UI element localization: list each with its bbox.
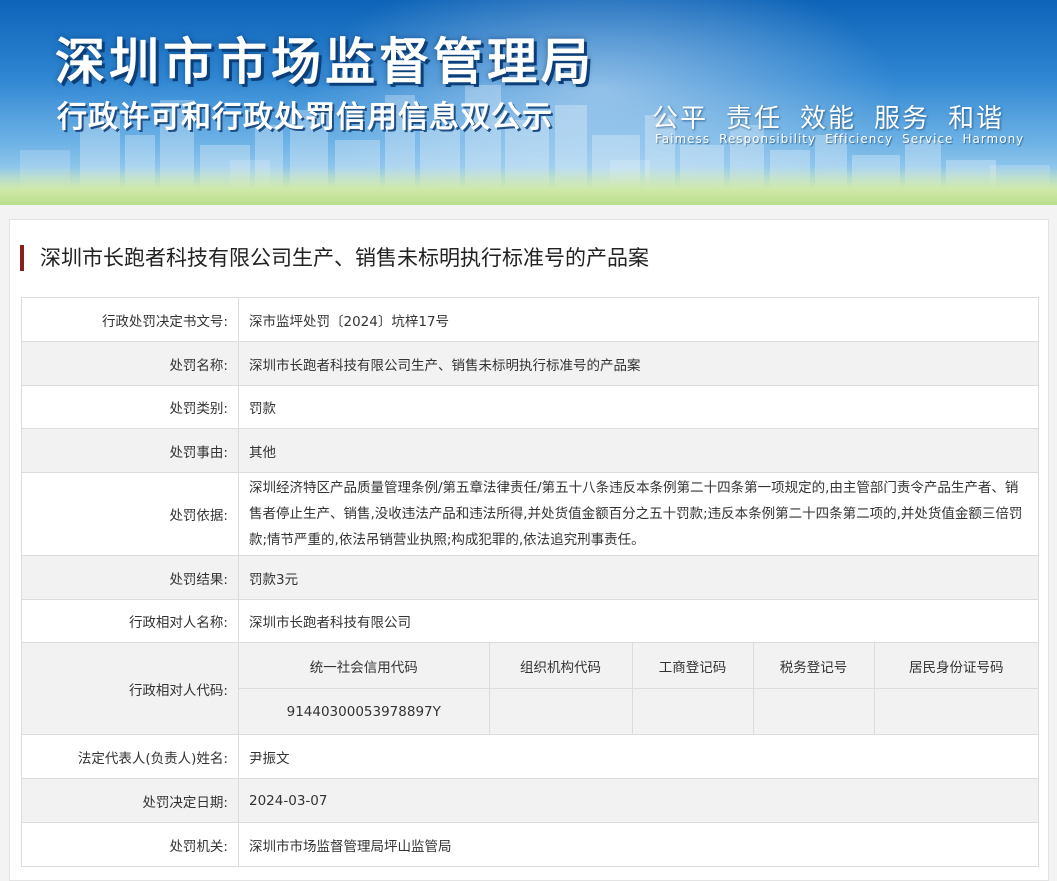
field-label: 行政相对人代码:: [21, 642, 239, 735]
slogan-item: 公平: [652, 104, 709, 134]
field-label: 法定代表人(负责人)姓名:: [21, 734, 239, 779]
tax-reg-value: [752, 688, 875, 734]
table-row: 处罚事由: 其他: [21, 428, 1039, 473]
slogan-en-item: Service: [902, 132, 954, 146]
field-label: 处罚类别:: [21, 385, 239, 429]
penalty-reason-value: 其他: [238, 428, 1039, 473]
penalty-detail-table: 行政处罚决定书文号: 深市监坪处罚〔2024〕坑梓17号 处罚名称: 深圳市长跑…: [21, 297, 1039, 867]
slogan-en: Faimess Responsibility Efficiency Service Ha…: [655, 132, 1033, 146]
slogan-item: 和谐: [948, 104, 1005, 134]
slogan-en-item: Responsibility: [719, 132, 817, 146]
slogan-en-item: Faimess: [655, 132, 711, 146]
penalty-name-value: 深圳市长跑者科技有限公司生产、销售未标明执行标准号的产品案: [238, 341, 1039, 386]
table-row: 处罚依据: 深圳经济特区产品质量管理条例/第五章法律责任/第五十八条违反本条例第…: [21, 472, 1039, 556]
code-header: 工商登记码: [631, 643, 754, 689]
table-row: 处罚类别: 罚款: [21, 385, 1039, 429]
site-subtitle: 行政许可和行政处罚信用信息双公示: [57, 100, 553, 135]
field-label: 处罚名称:: [21, 341, 239, 386]
decision-number-value: 深市监坪处罚〔2024〕坑梓17号: [238, 297, 1039, 342]
field-label: 处罚决定日期:: [21, 778, 239, 823]
slogan-cn: 公平 责任 效能 服务 和谐: [652, 98, 1022, 135]
id-card-value: [873, 688, 1038, 734]
field-label: 处罚事由:: [21, 428, 239, 473]
table-row: 处罚机关: 深圳市市场监督管理局坪山监管局: [21, 822, 1039, 867]
table-row: 处罚名称: 深圳市长跑者科技有限公司生产、销售未标明执行标准号的产品案: [21, 341, 1039, 386]
counterpart-code-cell: 统一社会信用代码 组织机构代码 工商登记码 税务登记号 居民身份证号码 9144…: [238, 642, 1039, 735]
table-row: 处罚结果: 罚款3元: [21, 555, 1039, 600]
code-header: 居民身份证号码: [873, 643, 1038, 689]
decision-date-value: 2024-03-07: [238, 778, 1039, 823]
counterpart-code-table: 统一社会信用代码 组织机构代码 工商登记码 税务登记号 居民身份证号码 9144…: [239, 643, 1038, 734]
slogan-item: 责任: [726, 104, 783, 134]
slogan-en-item: Efficiency: [825, 132, 894, 146]
authority-value: 深圳市市场监督管理局坪山监管局: [238, 822, 1039, 867]
legal-rep-value: 尹振文: [238, 734, 1039, 779]
counterpart-name-value: 深圳市长跑者科技有限公司: [238, 599, 1039, 643]
field-label: 处罚依据:: [21, 472, 239, 556]
slogan-en-item: Harmony: [962, 132, 1025, 146]
table-row: 行政相对人名称: 深圳市长跑者科技有限公司: [21, 599, 1039, 643]
credit-code-value: 91440300053978897Y: [239, 688, 490, 734]
code-header-row: 统一社会信用代码 组织机构代码 工商登记码 税务登记号 居民身份证号码: [239, 643, 1038, 689]
table-row: 行政相对人代码: 统一社会信用代码 组织机构代码 工商登记码 税务登记号 居民身…: [21, 642, 1039, 735]
slogan-item: 服务: [874, 104, 931, 134]
slogan-item: 效能: [800, 104, 857, 134]
penalty-result-value: 罚款3元: [238, 555, 1039, 600]
field-label: 处罚机关:: [21, 822, 239, 867]
table-row: 行政处罚决定书文号: 深市监坪处罚〔2024〕坑梓17号: [21, 297, 1039, 342]
penalty-basis-value: 深圳经济特区产品质量管理条例/第五章法律责任/第五十八条违反本条例第二十四条第一…: [238, 472, 1039, 556]
site-title: 深圳市市场监督管理局: [55, 33, 595, 91]
header-banner: 深圳市市场监督管理局 行政许可和行政处罚信用信息双公示 公平 责任 效能 服务 和谐 F…: [0, 0, 1057, 205]
code-value-row: 91440300053978897Y: [239, 688, 1038, 734]
main-content: 深圳市长跑者科技有限公司生产、销售未标明执行标准号的产品案 行政处罚决定书文号:…: [9, 219, 1049, 881]
field-label: 行政处罚决定书文号:: [21, 297, 239, 342]
field-label: 处罚结果:: [21, 555, 239, 600]
code-header: 税务登记号: [752, 643, 875, 689]
business-reg-value: [631, 688, 754, 734]
table-row: 法定代表人(负责人)姓名: 尹振文: [21, 734, 1039, 779]
org-code-value: [488, 688, 633, 734]
table-row: 处罚决定日期: 2024-03-07: [21, 778, 1039, 823]
field-label: 行政相对人名称:: [21, 599, 239, 643]
page-title: 深圳市长跑者科技有限公司生产、销售未标明执行标准号的产品案: [20, 245, 649, 271]
code-header: 统一社会信用代码: [239, 643, 490, 689]
penalty-type-value: 罚款: [238, 385, 1039, 429]
code-header: 组织机构代码: [488, 643, 633, 689]
banner-ground: [0, 167, 1057, 205]
